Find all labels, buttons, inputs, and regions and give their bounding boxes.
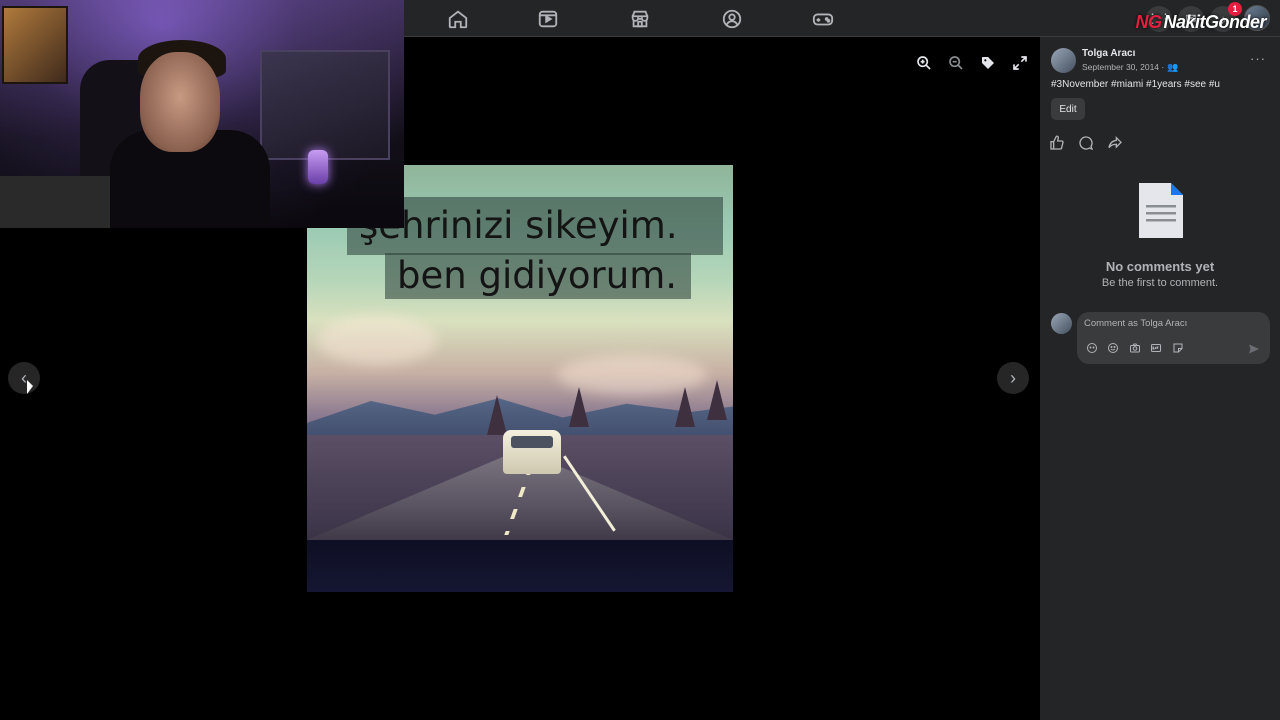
author-avatar[interactable] bbox=[1051, 48, 1076, 73]
like-icon[interactable] bbox=[1049, 135, 1067, 153]
camera-icon[interactable] bbox=[1128, 342, 1141, 355]
mouse-cursor bbox=[27, 380, 33, 394]
photo-tree bbox=[487, 395, 507, 435]
comment-icon[interactable] bbox=[1078, 135, 1096, 153]
edit-button[interactable]: Edit bbox=[1051, 98, 1085, 120]
webcam-person-head bbox=[140, 52, 220, 152]
gaming-icon[interactable] bbox=[812, 8, 834, 30]
webcam-overlay bbox=[0, 0, 404, 228]
comment-box bbox=[1077, 312, 1270, 364]
watermark-logo: NG NakitGonder bbox=[1135, 12, 1266, 33]
avatar-sticker-icon[interactable] bbox=[1085, 342, 1098, 355]
post-caption: #3November #miami #1years #see #u bbox=[1051, 79, 1220, 90]
photo-car bbox=[503, 430, 561, 474]
photo-cloud bbox=[317, 315, 437, 365]
share-icon[interactable] bbox=[1107, 135, 1125, 153]
no-comments-subtitle: Be the first to comment. bbox=[1101, 277, 1219, 289]
home-icon[interactable] bbox=[447, 8, 469, 30]
webcam-window bbox=[260, 50, 390, 160]
screen: ⋮⋮ ✉ ♪ 1 NG NakitGonder ‹ › şehrinizi si… bbox=[0, 0, 1280, 720]
photo-tree bbox=[675, 387, 695, 427]
post-photo: şehrinizi sikeyim. ben gidiyorum. bbox=[307, 165, 733, 592]
photo-bottom-strip bbox=[307, 540, 733, 592]
more-options-button[interactable]: ··· bbox=[1250, 51, 1266, 66]
tag-icon[interactable] bbox=[975, 50, 1001, 76]
friends-audience-icon[interactable]: 👥 bbox=[1167, 62, 1178, 73]
watermark-text: NakitGonder bbox=[1163, 12, 1266, 32]
zoom-in-icon[interactable] bbox=[911, 50, 937, 76]
post-date[interactable]: September 30, 2014 · bbox=[1082, 62, 1164, 72]
commenter-avatar bbox=[1051, 313, 1072, 334]
document-icon bbox=[1139, 183, 1183, 238]
marketplace-icon[interactable] bbox=[629, 8, 651, 30]
send-icon[interactable] bbox=[1248, 342, 1260, 354]
video-icon[interactable] bbox=[537, 8, 559, 30]
fullscreen-icon[interactable] bbox=[1007, 50, 1033, 76]
sticker-icon[interactable] bbox=[1171, 342, 1184, 355]
photo-tree bbox=[569, 387, 589, 427]
photo-tree bbox=[707, 380, 727, 420]
webcam-poster bbox=[2, 6, 68, 84]
next-photo-button[interactable]: › bbox=[997, 362, 1029, 394]
photo-text-line-2: ben gidiyorum. bbox=[385, 253, 691, 299]
groups-icon[interactable] bbox=[721, 8, 743, 30]
top-nav-bar: ⋮⋮ ✉ ♪ 1 NG NakitGonder bbox=[404, 0, 1280, 37]
watermark-prefix: NG bbox=[1135, 12, 1162, 32]
comment-input[interactable] bbox=[1084, 318, 1264, 329]
previous-photo-button[interactable]: ‹ bbox=[8, 362, 40, 394]
emoji-icon[interactable] bbox=[1106, 342, 1119, 355]
webcam-microphone bbox=[308, 150, 328, 184]
post-details-panel: Tolga Aracı September 30, 2014 · 👥 ··· #… bbox=[1040, 37, 1280, 720]
author-name[interactable]: Tolga Aracı bbox=[1082, 48, 1135, 59]
gif-icon[interactable] bbox=[1149, 342, 1162, 355]
zoom-out-icon[interactable] bbox=[943, 50, 969, 76]
no-comments-title: No comments yet bbox=[1105, 259, 1215, 274]
webcam-desk bbox=[0, 176, 110, 228]
